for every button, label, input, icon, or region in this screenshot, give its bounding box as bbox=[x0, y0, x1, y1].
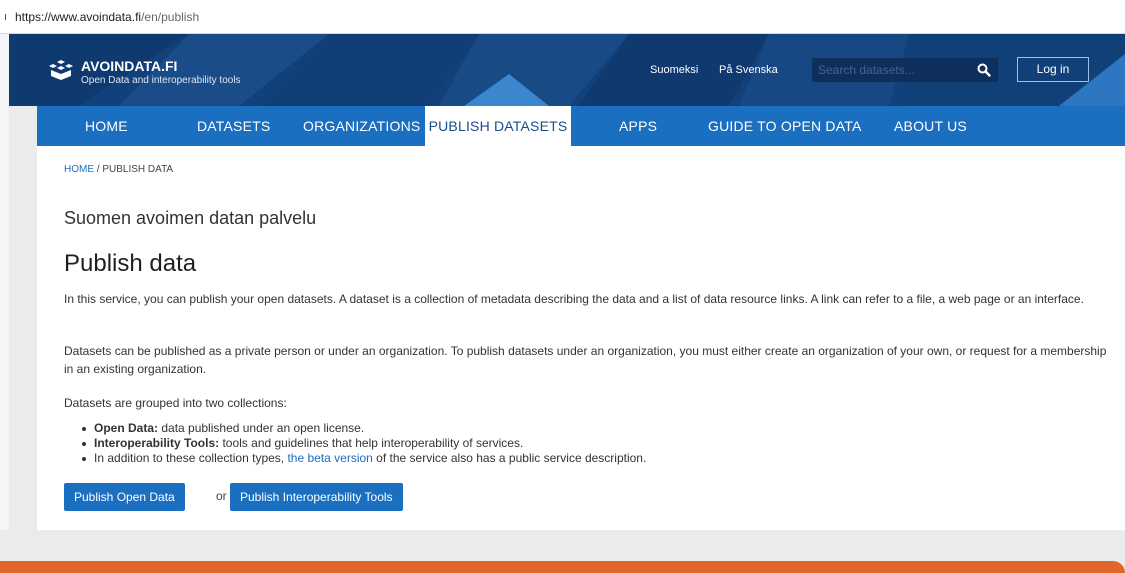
list-item-text: data published under an open license. bbox=[158, 421, 365, 435]
footer-accent-bar bbox=[0, 561, 1125, 573]
search-icon[interactable] bbox=[976, 62, 992, 78]
page-title: Publish data bbox=[64, 250, 197, 277]
search-box[interactable]: Search datasets... bbox=[812, 58, 998, 82]
site-logo[interactable]: AVOINDATA.FI Open Data and interoperabil… bbox=[49, 58, 241, 87]
publish-interoperability-button[interactable]: Publish Interoperability Tools bbox=[230, 483, 403, 511]
collections-list: Open Data: data published under an open … bbox=[82, 421, 646, 466]
browser-url-bar[interactable]: ı https://www.avoindata.fi/en/publish bbox=[0, 0, 1125, 34]
url-text[interactable]: https://www.avoindata.fi/en/publish bbox=[15, 10, 199, 24]
site-info-icon[interactable]: ı bbox=[4, 11, 7, 23]
list-item-text: In addition to these collection types, bbox=[94, 451, 288, 465]
breadcrumb: HOME / PUBLISH DATA bbox=[64, 164, 173, 175]
list-item-term: Open Data: bbox=[94, 421, 159, 435]
page-left-margin bbox=[0, 34, 9, 530]
main-nav: HOME DATASETS ORGANIZATIONS PUBLISH DATA… bbox=[37, 106, 1125, 146]
nav-item-guide[interactable]: GUIDE TO OPEN DATA bbox=[708, 106, 861, 146]
url-path: /en/publish bbox=[141, 10, 200, 24]
organization-paragraph: Datasets can be published as a private p… bbox=[64, 344, 1107, 376]
nav-item-home[interactable]: HOME bbox=[85, 106, 128, 146]
nav-item-publish-datasets[interactable]: PUBLISH DATASETS bbox=[425, 106, 571, 146]
nav-item-organizations[interactable]: ORGANIZATIONS bbox=[303, 106, 420, 146]
nav-item-apps[interactable]: APPS bbox=[619, 106, 657, 146]
list-item-open-data: Open Data: data published under an open … bbox=[82, 421, 646, 436]
list-item-interoperability: Interoperability Tools: tools and guidel… bbox=[82, 436, 646, 451]
site-header: AVOINDATA.FI Open Data and interoperabil… bbox=[9, 34, 1125, 106]
page: AVOINDATA.FI Open Data and interoperabil… bbox=[0, 34, 1125, 573]
page-subtitle: Suomen avoimen datan palvelu bbox=[64, 208, 317, 228]
nav-item-about[interactable]: ABOUT US bbox=[894, 106, 967, 146]
list-item-text: tools and guidelines that help interoper… bbox=[219, 436, 524, 450]
breadcrumb-home-link[interactable]: HOME bbox=[64, 164, 94, 175]
intro-paragraph: In this service, you can publish your op… bbox=[64, 292, 1084, 306]
lang-finnish-link[interactable]: Suomeksi bbox=[650, 64, 698, 76]
nav-item-datasets[interactable]: DATASETS bbox=[197, 106, 270, 146]
list-item-term: Interoperability Tools: bbox=[94, 436, 220, 450]
brand-tagline: Open Data and interoperability tools bbox=[81, 75, 241, 86]
or-separator: or bbox=[216, 489, 227, 503]
collections-paragraph: Datasets are grouped into two collection… bbox=[64, 396, 287, 410]
search-input[interactable]: Search datasets... bbox=[818, 63, 915, 77]
main-content: HOME / PUBLISH DATA Suomen avoimen datan… bbox=[37, 146, 1125, 530]
breadcrumb-current: PUBLISH DATA bbox=[102, 164, 174, 175]
logo-cubes-icon bbox=[49, 60, 73, 80]
publish-open-data-button[interactable]: Publish Open Data bbox=[64, 483, 185, 511]
list-item-beta: In addition to these collection types, t… bbox=[82, 451, 646, 466]
url-host: https://www.avoindata.fi bbox=[15, 10, 142, 24]
brand-name: AVOINDATA.FI bbox=[81, 58, 178, 74]
lang-swedish-link[interactable]: På Svenska bbox=[719, 64, 778, 76]
beta-version-link[interactable]: the beta version bbox=[287, 451, 372, 465]
list-item-text: of the service also has a public service… bbox=[372, 451, 647, 465]
login-button[interactable]: Log in bbox=[1017, 57, 1089, 82]
